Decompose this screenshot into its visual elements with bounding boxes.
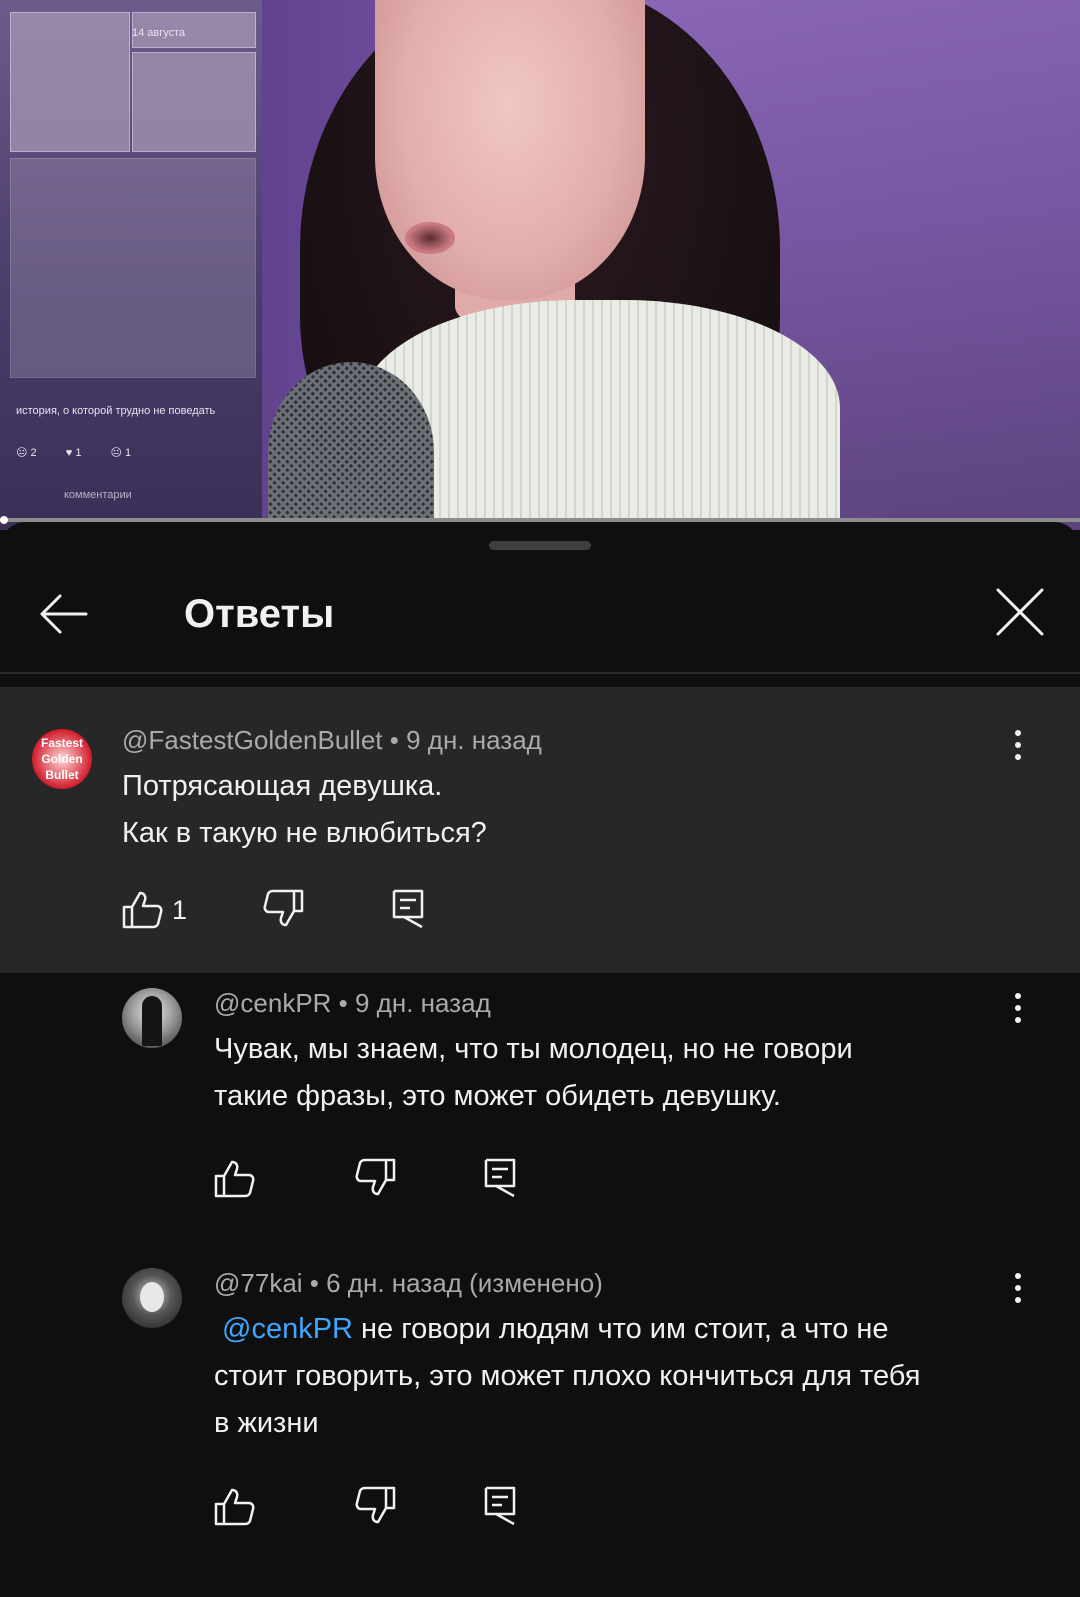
- thumbs-up-icon[interactable]: [212, 1156, 256, 1200]
- video-progress-scrubber[interactable]: [0, 516, 8, 524]
- reply-icon[interactable]: [482, 1484, 526, 1528]
- avatar[interactable]: [122, 1268, 182, 1328]
- video-player[interactable]: 14 августа история, о которой трудно не …: [0, 0, 1080, 530]
- person-face: [375, 0, 645, 300]
- comment-text: @cenkPR не говори людям что им стоит, а …: [214, 1313, 921, 1439]
- avatar[interactable]: Fastest Golden Bullet: [32, 729, 92, 789]
- mention-link[interactable]: @cenkPR: [222, 1313, 353, 1345]
- arrow-left-icon[interactable]: [34, 584, 94, 644]
- avatar[interactable]: [122, 988, 182, 1048]
- overlay-caption: история, о которой трудно не поведать: [16, 405, 216, 417]
- close-icon[interactable]: [990, 582, 1050, 642]
- page-title: Ответы: [184, 592, 335, 636]
- comment-author[interactable]: @cenkPR: [214, 988, 331, 1018]
- comment-time: 9 дн. назад: [406, 725, 542, 755]
- comment-meta: @cenkPR • 9 дн. назад: [214, 988, 491, 1018]
- overlay-reactions: 😐 2 ♥ 1 😐 1: [16, 447, 132, 459]
- thumbs-up-icon[interactable]: [212, 1484, 256, 1528]
- comment-text: Чувак, мы знаем, что ты молодец, но не г…: [214, 1033, 853, 1112]
- overlay-date: 14 августа: [132, 27, 186, 39]
- parent-comment: Fastest Golden Bullet @FastestGoldenBull…: [0, 687, 1080, 973]
- comment-time: 9 дн. назад: [355, 988, 491, 1018]
- more-options-icon[interactable]: [1008, 990, 1028, 1030]
- thumbs-down-icon[interactable]: [354, 1484, 398, 1528]
- reply-icon[interactable]: [390, 887, 434, 931]
- thumbs-down-icon[interactable]: [354, 1156, 398, 1200]
- avatar-text: Fastest Golden Bullet: [40, 736, 84, 782]
- reply-comment: @77kai • 6 дн. назад (изменено) @cenkPR …: [0, 1262, 1080, 1592]
- comment-time: 6 дн. назад (изменено): [326, 1268, 603, 1298]
- overlay-comments-label: комментарии: [64, 489, 132, 501]
- comment-author[interactable]: @FastestGoldenBullet: [122, 725, 383, 755]
- replies-header: Ответы: [0, 562, 1080, 674]
- thumbs-up-icon[interactable]: [120, 887, 164, 931]
- more-options-icon[interactable]: [1008, 727, 1028, 767]
- more-options-icon[interactable]: [1008, 1270, 1028, 1310]
- like-count: 1: [172, 895, 188, 925]
- comment-meta: @FastestGoldenBullet • 9 дн. назад: [122, 725, 542, 755]
- reply-icon[interactable]: [482, 1156, 526, 1200]
- sheet-drag-handle[interactable]: [489, 541, 591, 550]
- thumbs-down-icon[interactable]: [262, 887, 306, 931]
- microphone: [268, 362, 434, 530]
- person-lips: [405, 222, 455, 254]
- reply-comment: @cenkPR • 9 дн. назад Чувак, мы знаем, ч…: [0, 982, 1080, 1242]
- replies-sheet: Ответы Fastest Golden Bullet @FastestGol…: [0, 522, 1080, 1597]
- comment-author[interactable]: @77kai: [214, 1268, 303, 1298]
- video-overlay-panel: 14 августа история, о которой трудно не …: [0, 0, 262, 530]
- comment-text: Потрясающая девушка. Как в такую не влюб…: [122, 770, 487, 849]
- comment-meta: @77kai • 6 дн. назад (изменено): [214, 1268, 603, 1298]
